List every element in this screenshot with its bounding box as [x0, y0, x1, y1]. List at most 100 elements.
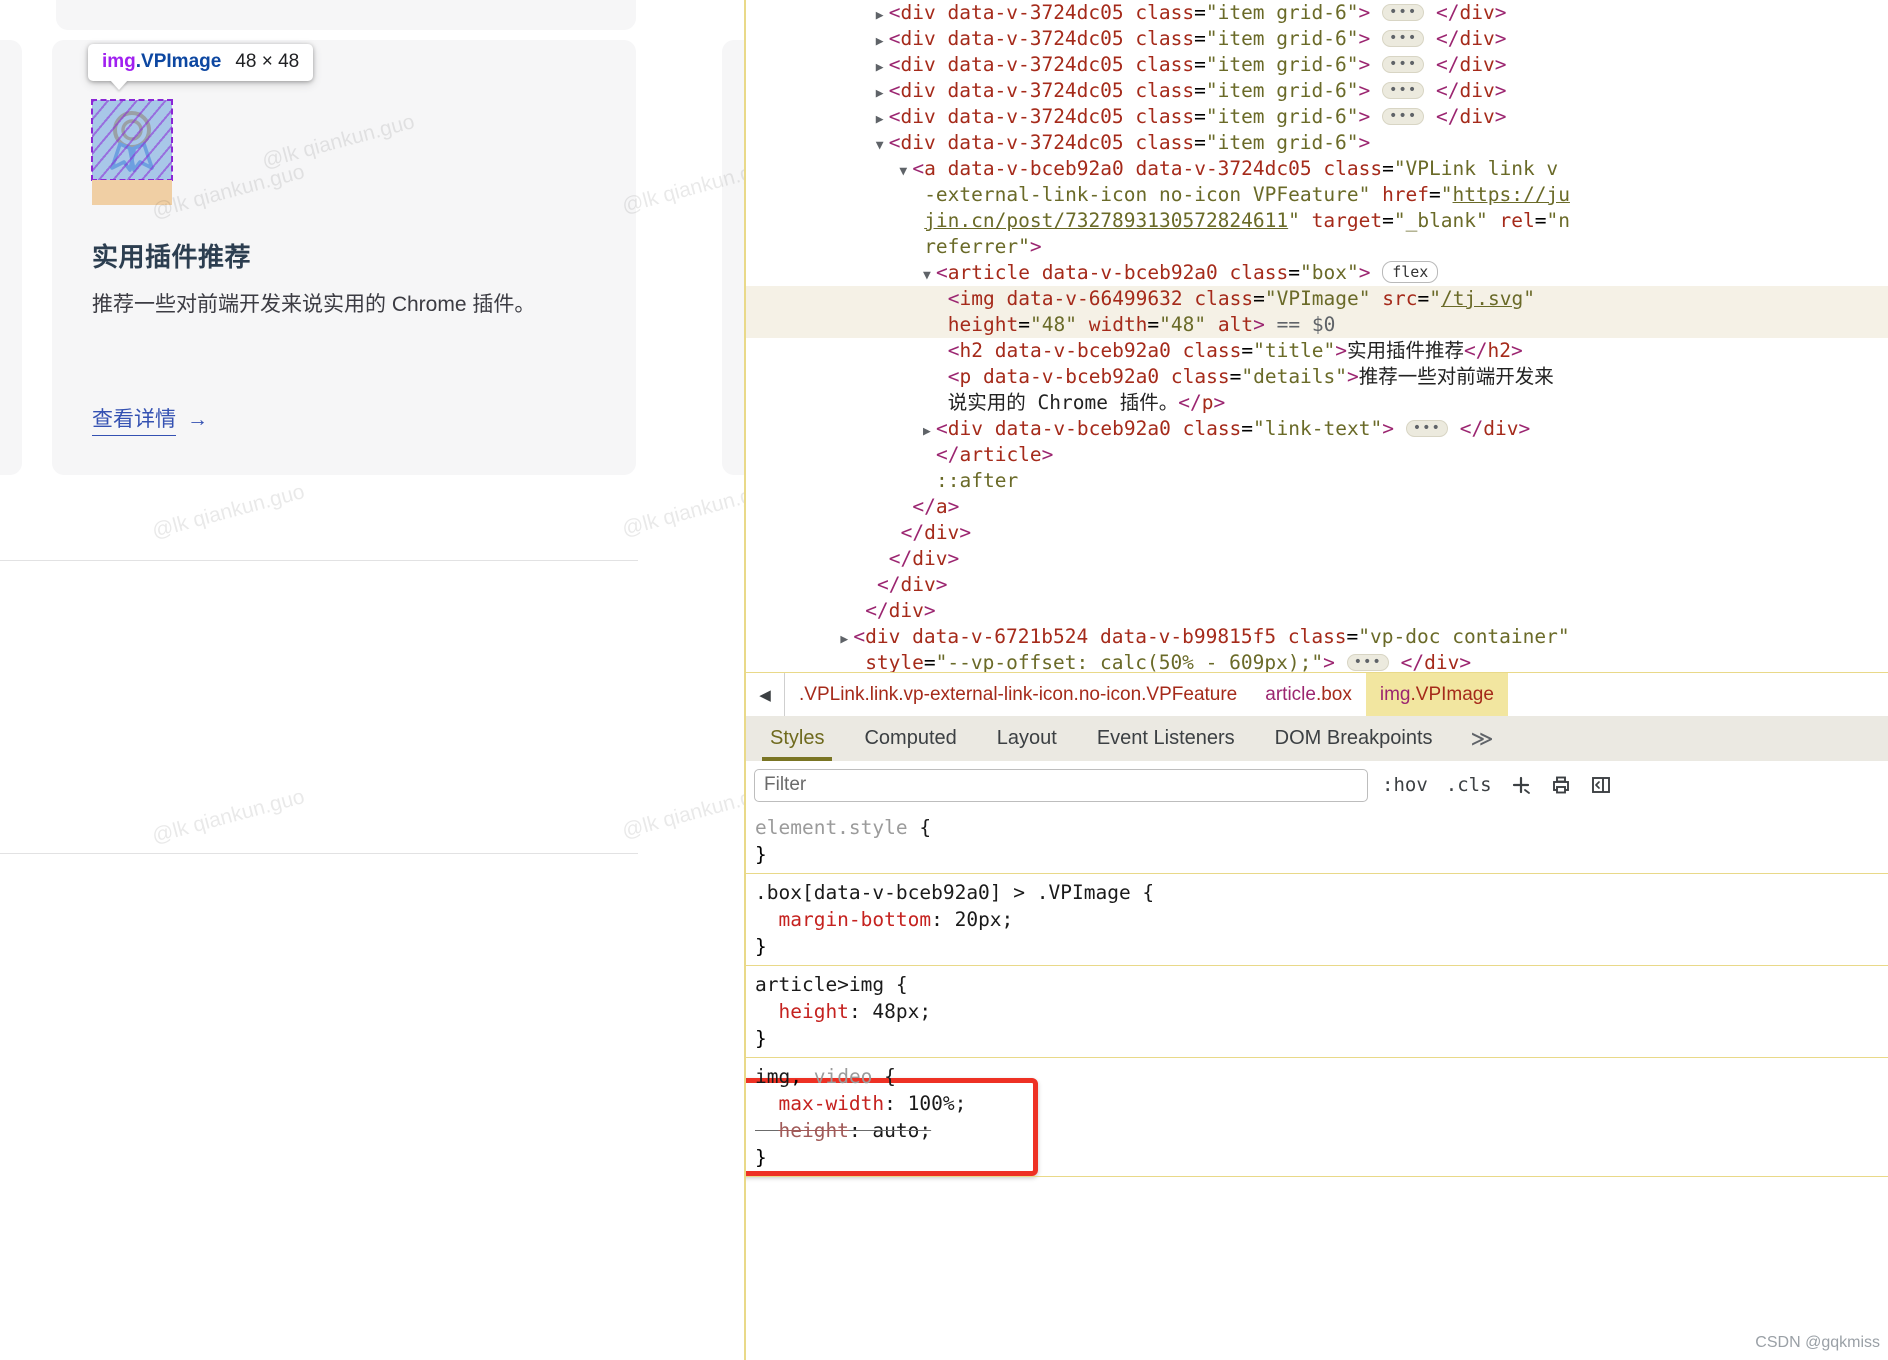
- dom-row-content: -external-link-icon no-icon VPFeature" h…: [924, 183, 1570, 206]
- tab-styles[interactable]: Styles: [750, 716, 844, 761]
- page-divider-2: [0, 853, 638, 854]
- page-card-left-neighbor: [0, 40, 22, 475]
- dom-row-content: </article>: [936, 443, 1054, 466]
- rule-selector[interactable]: element.style {: [755, 814, 1888, 841]
- sidebar-toggle-icon[interactable]: [1586, 770, 1616, 800]
- tab-event-listeners[interactable]: Event Listeners: [1077, 716, 1255, 761]
- css-declaration[interactable]: height: 48px;: [755, 998, 1888, 1025]
- tooltip-dimensions: 48 × 48: [235, 51, 300, 72]
- rule-selector[interactable]: img, video {: [755, 1063, 1888, 1090]
- dom-row-content: <p data-v-bceb92a0 class="details">推荐一些对…: [947, 365, 1554, 388]
- dom-tree-row[interactable]: height="48" width="48" alt> == $0: [746, 312, 1888, 338]
- css-declaration[interactable]: max-width: 100%;: [755, 1090, 1888, 1117]
- styles-rules-list[interactable]: element.style {} .box[data-v-bceb92a0] > …: [746, 809, 1888, 1360]
- css-property[interactable]: max-width: [778, 1092, 884, 1115]
- dom-tree-row[interactable]: ▶ <div data-v-6721b524 data-v-b99815f5 cl…: [746, 624, 1888, 650]
- dom-tree-row[interactable]: <p data-v-bceb92a0 class="details">推荐一些对…: [746, 364, 1888, 390]
- style-rule[interactable]: element.style {}: [746, 809, 1888, 874]
- watermark: @lk qiankun.guo: [619, 478, 744, 541]
- css-declaration[interactable]: height: auto;: [755, 1117, 1888, 1144]
- hov-toggle-button[interactable]: :hov: [1378, 774, 1432, 796]
- tab-computed[interactable]: Computed: [844, 716, 976, 761]
- breadcrumb-item[interactable]: .VPLink.link.vp-external-link-icon.no-ic…: [785, 673, 1251, 717]
- dom-tree-row[interactable]: ▶ <div data-v-bceb92a0 class="link-text">…: [746, 416, 1888, 442]
- sidebar-tabs[interactable]: Styles Computed Layout Event Listeners DOM B…: [746, 716, 1888, 762]
- dom-tree-row[interactable]: ▶ <div data-v-3724dc05 class="item grid-6…: [746, 26, 1888, 52]
- dom-row-content: </div>: [900, 521, 972, 544]
- style-rule[interactable]: .box[data-v-bceb92a0] > .VPImage { margi…: [746, 874, 1888, 966]
- breadcrumb[interactable]: ◀ .VPLink.link.vp-external-link-icon.no-…: [746, 672, 1888, 718]
- filter-input[interactable]: [754, 768, 1368, 802]
- dom-row-content: <div data-v-3724dc05 class="item grid-6"…: [888, 105, 1507, 128]
- card-details-link-label: 查看详情: [92, 403, 176, 436]
- dom-tree[interactable]: ▶ <div data-v-3724dc05 class="item grid-6…: [746, 0, 1888, 672]
- watermark: @lk qiankun.guo: [149, 785, 307, 848]
- dom-row-content: height="48" width="48" alt> == $0: [947, 313, 1336, 336]
- style-rule[interactable]: img, video { max-width: 100%; height: au…: [746, 1058, 1888, 1177]
- tab-dom-breakpoints[interactable]: DOM Breakpoints: [1255, 716, 1453, 761]
- tooltip-selector: img.VPImage: [102, 51, 221, 73]
- dom-tree-row[interactable]: ▼ <article data-v-bceb92a0 class="box"> f…: [746, 260, 1888, 286]
- dom-tree-row[interactable]: ▶ <div data-v-3724dc05 class="item grid-6…: [746, 52, 1888, 78]
- dom-tree-row[interactable]: jin.cn/post/7327893130572824611" target=…: [746, 208, 1888, 234]
- tab-layout[interactable]: Layout: [977, 716, 1077, 761]
- css-property[interactable]: margin-bottom: [778, 908, 931, 931]
- dom-row-content: <img data-v-66499632 class="VPImage" src…: [947, 287, 1535, 310]
- dom-tree-row[interactable]: <h2 data-v-bceb92a0 class="title">实用插件推荐…: [746, 338, 1888, 364]
- print-icon[interactable]: [1546, 770, 1576, 800]
- styles-filter-row[interactable]: :hov .cls: [746, 761, 1888, 810]
- dom-tree-row[interactable]: </article>: [746, 442, 1888, 468]
- rule-selector[interactable]: article>img {: [755, 971, 1888, 998]
- breadcrumb-item[interactable]: article .box: [1251, 673, 1366, 717]
- dom-tree-row[interactable]: </a>: [746, 494, 1888, 520]
- rule-close-brace: }: [755, 1027, 767, 1050]
- dom-tree-row[interactable]: 说实用的 Chrome 插件。</p>: [746, 390, 1888, 416]
- vp-image-selection-box[interactable]: [91, 99, 173, 181]
- dom-tree-row[interactable]: ▶ <div data-v-3724dc05 class="item grid-6…: [746, 78, 1888, 104]
- dom-tree-row[interactable]: </div>: [746, 520, 1888, 546]
- dom-row-content: <div data-v-3724dc05 class="item grid-6"…: [888, 1, 1507, 24]
- rendered-page-pane: img.VPImage 48 × 48 实用插件推荐 推荐一些对前端开发来说实用…: [0, 0, 744, 1360]
- dom-row-content: <div data-v-3724dc05 class="item grid-6"…: [888, 53, 1507, 76]
- dom-tree-row[interactable]: ▶ <div data-v-3724dc05 class="item grid-6…: [746, 0, 1888, 26]
- dom-tree-row[interactable]: </div>: [746, 572, 1888, 598]
- breadcrumb-scroll-left-icon[interactable]: ◀: [746, 673, 785, 717]
- tabs-overflow-icon[interactable]: ≫: [1453, 726, 1512, 752]
- dom-tree-row[interactable]: ::after: [746, 468, 1888, 494]
- dom-row-content: <article data-v-bceb92a0 class="box"> fl…: [936, 261, 1439, 284]
- new-style-rule-button[interactable]: [1506, 770, 1536, 800]
- dom-tree-row[interactable]: ▼ <a data-v-bceb92a0 data-v-3724dc05 clas…: [746, 156, 1888, 182]
- dom-row-content: referrer">: [924, 235, 1042, 258]
- breadcrumb-item[interactable]: img .VPImage: [1365, 673, 1508, 717]
- page-card-above: [56, 0, 636, 30]
- dom-tree-row[interactable]: ▶ <div data-v-3724dc05 class="item grid-6…: [746, 104, 1888, 130]
- dom-row-content: jin.cn/post/7327893130572824611" target=…: [924, 209, 1570, 232]
- dom-row-content: </div>: [865, 599, 936, 622]
- dom-row-content: </div>: [888, 547, 960, 570]
- card-details-link[interactable]: 查看详情 →: [92, 403, 208, 436]
- css-property[interactable]: height: [778, 1000, 848, 1023]
- dom-tree-row[interactable]: style="--vp-offset: calc(50% - 609px);">…: [746, 650, 1888, 672]
- element-inspector-tooltip: img.VPImage 48 × 48: [88, 44, 314, 81]
- dom-tree-row[interactable]: </div>: [746, 546, 1888, 572]
- card-description: 推荐一些对前端开发来说实用的 Chrome 插件。: [92, 293, 536, 316]
- css-property[interactable]: height: [778, 1119, 848, 1142]
- style-rule[interactable]: article>img { height: 48px;}: [746, 966, 1888, 1176]
- dom-tree-row[interactable]: <img data-v-66499632 class="VPImage" src…: [746, 286, 1888, 312]
- rule-close-brace: }: [755, 843, 767, 866]
- arrow-right-icon: →: [187, 407, 208, 431]
- cls-toggle-button[interactable]: .cls: [1442, 774, 1496, 796]
- dom-tree-row[interactable]: ▼ <div data-v-3724dc05 class="item grid-6…: [746, 130, 1888, 156]
- dom-row-content: ::after: [936, 469, 1019, 492]
- dom-tree-row[interactable]: referrer">: [746, 234, 1888, 260]
- dom-row-content: <div data-v-6721b524 data-v-b99815f5 cla…: [853, 625, 1570, 648]
- tooltip-tag-name: img: [102, 51, 136, 72]
- selection-hatch-pattern: [92, 100, 172, 180]
- dom-tree-row[interactable]: -external-link-icon no-icon VPFeature" h…: [746, 182, 1888, 208]
- dom-tree-row[interactable]: </div>: [746, 598, 1888, 624]
- rule-close-brace: }: [755, 1146, 767, 1169]
- watermark: @lk qiankun.guo: [619, 780, 744, 843]
- rule-selector[interactable]: .box[data-v-bceb92a0] > .VPImage {: [755, 879, 1888, 906]
- watermark-credit: CSDN @gqkmiss: [1755, 1334, 1880, 1351]
- css-declaration[interactable]: margin-bottom: 20px;: [755, 906, 1888, 933]
